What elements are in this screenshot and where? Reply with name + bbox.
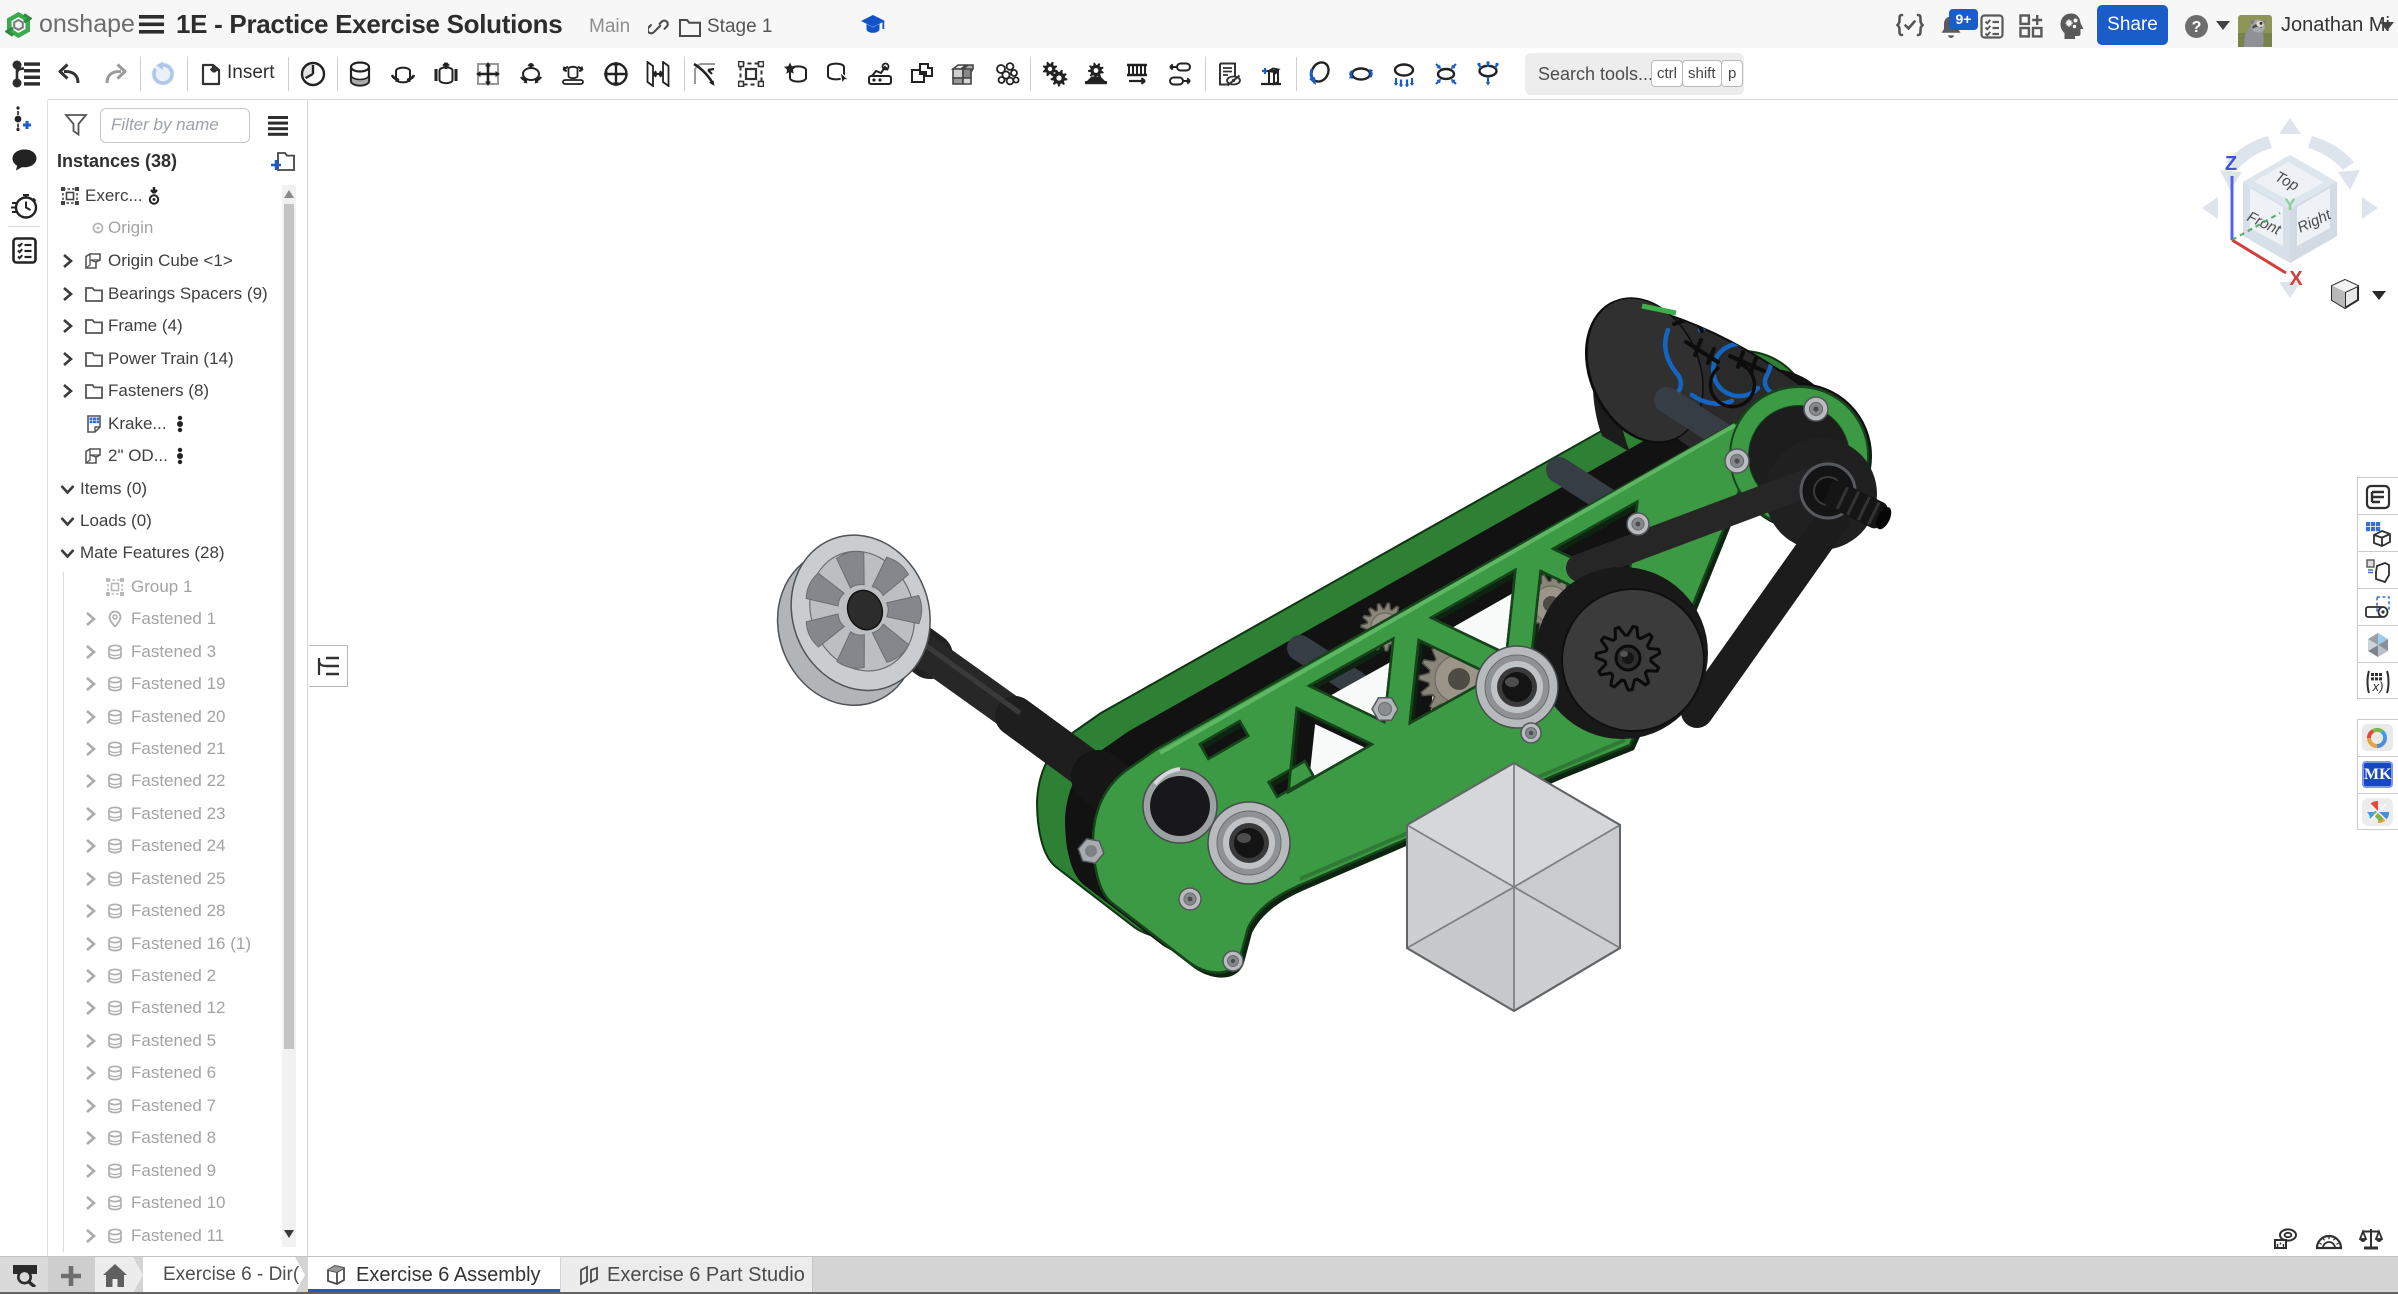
svg-text:Z: Z xyxy=(2225,153,2237,175)
svg-text:?: ? xyxy=(2192,19,2202,36)
svg-text:Y: Y xyxy=(2284,195,2296,214)
svg-text:X: X xyxy=(2289,268,2303,290)
svg-text:x): x) xyxy=(2372,679,2384,694)
